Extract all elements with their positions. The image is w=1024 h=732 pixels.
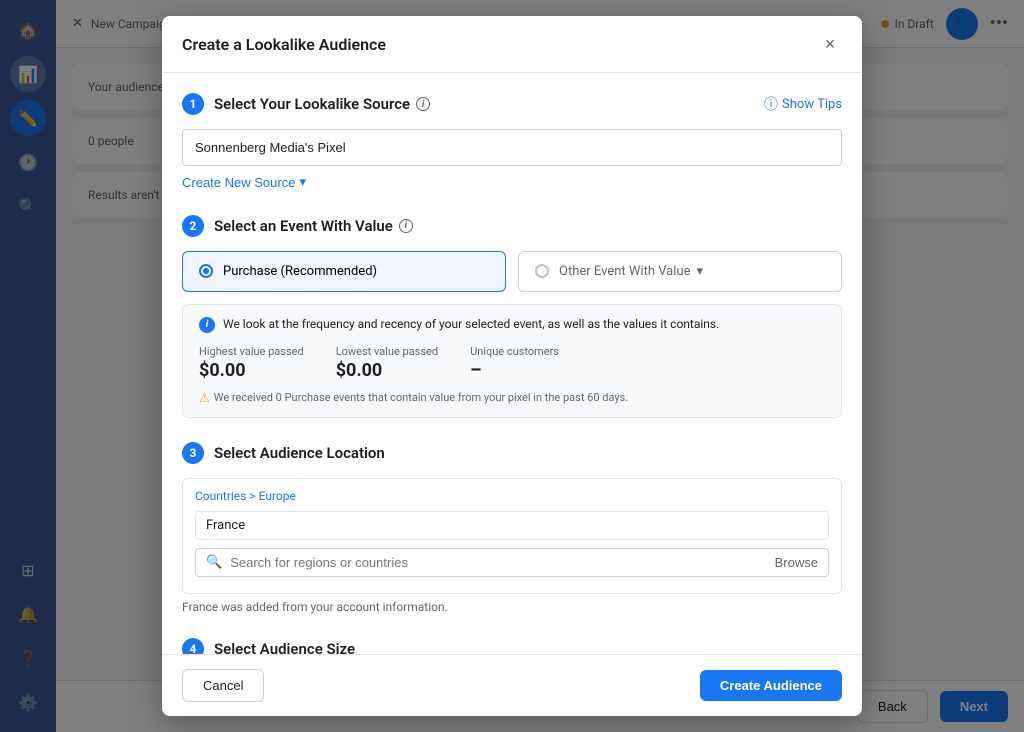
cancel-button[interactable]: Cancel: [182, 669, 264, 702]
event-options: Purchase (Recommended) Other Event With …: [182, 251, 842, 292]
event-info-box: i We look at the frequency and recency o…: [182, 304, 842, 418]
section-3-title: Select Audience Location: [214, 444, 385, 462]
step-3-number: 3: [182, 442, 204, 464]
stat-unique-value: –: [470, 360, 559, 381]
stat-lowest-value: $0.00: [336, 360, 438, 381]
location-box: Countries > Europe France 🔍 Browse: [182, 478, 842, 594]
chevron-down-icon: ▾: [696, 264, 703, 279]
section-1-title: Select Your Lookalike Source i: [214, 95, 430, 113]
radio-purchase: [199, 264, 213, 278]
search-icon: 🔍: [206, 555, 222, 570]
other-event-select[interactable]: Other Event With Value ▾: [559, 264, 703, 279]
step-1-number: 1: [182, 93, 204, 115]
dropdown-icon: ▾: [299, 174, 306, 190]
section-2: 2 Select an Event With Value i Purchase …: [182, 215, 842, 418]
location-note: France was added from your account infor…: [182, 600, 842, 614]
modal-title: Create a Lookalike Audience: [182, 35, 386, 54]
modal-dialog: Create a Lookalike Audience × 1 Select Y…: [162, 16, 862, 716]
location-france-tag: France: [195, 511, 829, 540]
stat-lowest-label: Lowest value passed: [336, 345, 438, 358]
modal-body: 1 Select Your Lookalike Source i ⓘ Show …: [162, 73, 862, 716]
section-1: 1 Select Your Lookalike Source i ⓘ Show …: [182, 93, 842, 191]
create-audience-button[interactable]: Create Audience: [700, 670, 842, 701]
stat-highest: Highest value passed $0.00: [199, 345, 304, 381]
browse-button[interactable]: Browse: [775, 555, 818, 570]
section-2-title: Select an Event With Value i: [214, 217, 413, 235]
event-footnote: ⚠ We received 0 Purchase events that con…: [199, 391, 825, 405]
stat-unique-label: Unique customers: [470, 345, 559, 358]
location-search-row: 🔍 Browse: [195, 548, 829, 577]
modal-header: Create a Lookalike Audience ×: [162, 16, 862, 73]
create-source-button[interactable]: Create New Source ▾: [182, 174, 306, 190]
warning-icon: ⚠: [199, 391, 210, 405]
section-3: 3 Select Audience Location Countries > E…: [182, 442, 842, 614]
stat-highest-label: Highest value passed: [199, 345, 304, 358]
source-input[interactable]: [182, 129, 842, 166]
section-1-header: 1 Select Your Lookalike Source i ⓘ Show …: [182, 93, 842, 115]
event-stats: Highest value passed $0.00 Lowest value …: [199, 345, 825, 381]
modal-overlay: Create a Lookalike Audience × 1 Select Y…: [0, 0, 1024, 732]
location-breadcrumb[interactable]: Countries > Europe: [195, 489, 829, 503]
stat-lowest: Lowest value passed $0.00: [336, 345, 438, 381]
section-1-title-row: Select Your Lookalike Source i ⓘ Show Ti…: [214, 94, 842, 114]
event-option-other[interactable]: Other Event With Value ▾: [518, 251, 842, 292]
event-info-notice: i We look at the frequency and recency o…: [199, 317, 825, 333]
event-option-purchase[interactable]: Purchase (Recommended): [182, 251, 506, 292]
section-2-info-icon: i: [399, 219, 413, 233]
step-2-number: 2: [182, 215, 204, 237]
section-3-header: 3 Select Audience Location: [182, 442, 842, 464]
location-search-input[interactable]: [230, 555, 766, 570]
section-1-info-icon: i: [416, 97, 430, 111]
modal-footer: Cancel Create Audience: [162, 654, 862, 716]
section-2-header: 2 Select an Event With Value i: [182, 215, 842, 237]
show-tips-link[interactable]: ⓘ Show Tips: [764, 94, 842, 114]
radio-other: [535, 264, 549, 278]
modal-close-button[interactable]: ×: [818, 32, 842, 56]
stat-highest-value: $0.00: [199, 360, 304, 381]
purchase-label: Purchase (Recommended): [223, 264, 377, 279]
notice-info-icon: i: [199, 317, 215, 333]
stat-unique: Unique customers –: [470, 345, 559, 381]
